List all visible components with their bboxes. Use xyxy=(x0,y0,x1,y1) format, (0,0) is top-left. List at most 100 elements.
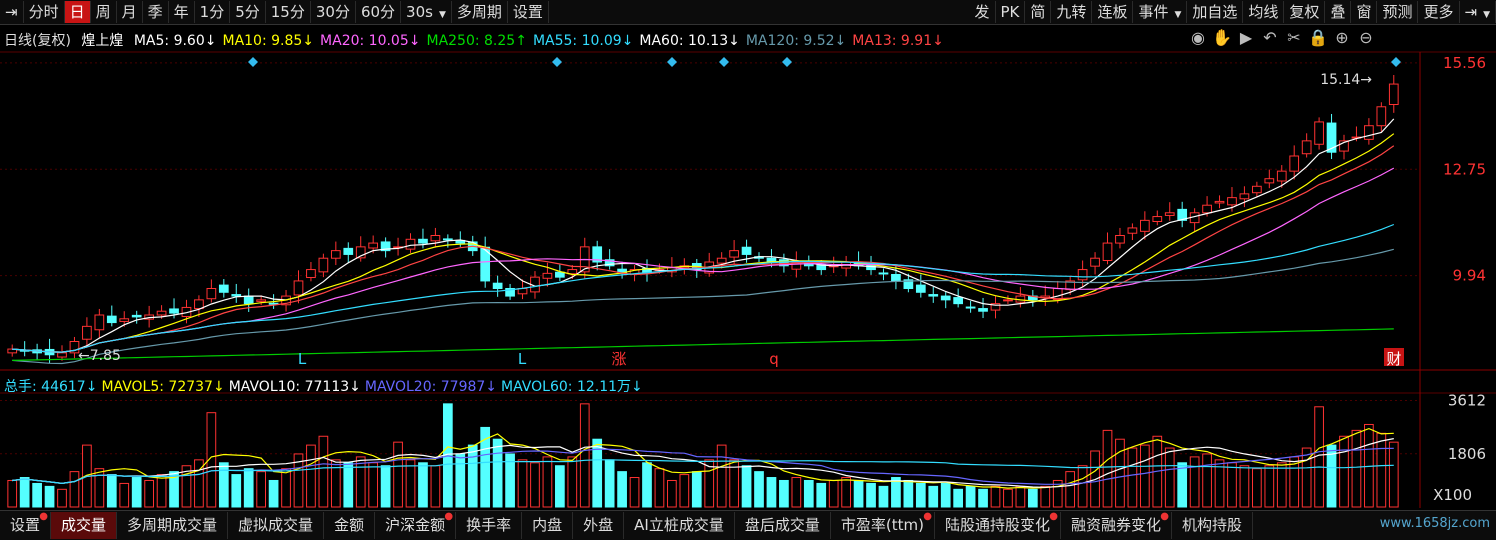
candle-body xyxy=(83,326,92,339)
candle-body xyxy=(493,283,502,288)
play-icon[interactable]: ▶ xyxy=(1236,28,1256,47)
indicator-tab-2[interactable]: 多周期成交量 xyxy=(117,512,228,539)
candle-body xyxy=(120,319,129,322)
candle-body xyxy=(307,270,316,278)
volume-bar xyxy=(344,463,353,507)
volume-bar xyxy=(8,480,17,507)
scissors-icon[interactable]: ✂ xyxy=(1284,28,1304,47)
indicator-tab-11[interactable]: 市盈率(ttm)● xyxy=(831,512,935,539)
candle-body xyxy=(443,239,452,240)
price-axis-label: 12.75 xyxy=(1443,160,1486,178)
candle-body xyxy=(1365,126,1374,140)
volume-bar xyxy=(1116,439,1125,507)
volume-bar xyxy=(20,478,29,507)
indicator-tab-14[interactable]: 机构持股 xyxy=(1172,512,1253,539)
candle-body xyxy=(257,300,266,302)
candle-body xyxy=(929,295,938,297)
indicator-tab-12[interactable]: 陆股通持股变化● xyxy=(935,512,1061,539)
vol-legend-0: 总手: 44617↓ xyxy=(4,379,97,395)
candle-body xyxy=(1004,300,1013,301)
zoom-in-icon[interactable]: ⊕ xyxy=(1332,28,1352,47)
volume-bar xyxy=(643,463,652,507)
hand-icon[interactable]: ✋ xyxy=(1212,28,1232,47)
volume-bar xyxy=(518,460,527,507)
undo-icon[interactable]: ↶ xyxy=(1260,28,1280,47)
volume-bar xyxy=(1016,486,1025,507)
candle-body xyxy=(1302,141,1311,154)
ma-legend-5: MA60: 10.13↓ xyxy=(639,33,739,49)
candle-body xyxy=(1253,186,1262,192)
candle-body xyxy=(556,272,565,277)
volume-bar xyxy=(966,486,975,507)
volume-bar xyxy=(369,463,378,507)
volume-bar xyxy=(605,460,614,507)
volume-bar xyxy=(244,469,253,507)
indicator-tab-9[interactable]: AI立桩成交量 xyxy=(624,512,735,539)
indicator-tab-3[interactable]: 虚拟成交量 xyxy=(228,512,324,539)
volume-bar xyxy=(1190,457,1199,507)
price-legend: 日线(复权) 煌上煌 MA5: 9.60↓MA10: 9.85↓MA20: 10… xyxy=(4,30,950,50)
candle-body xyxy=(1290,156,1299,171)
volume-bar xyxy=(1265,466,1274,507)
indicator-tab-7[interactable]: 内盘 xyxy=(522,512,573,539)
ma10-line xyxy=(12,134,1394,352)
indicator-tab-13[interactable]: 融资融券变化● xyxy=(1061,512,1172,539)
indicator-tab-label: 金额 xyxy=(334,516,364,534)
eye-icon[interactable]: ◉ xyxy=(1188,28,1208,47)
candle-body xyxy=(543,273,552,278)
indicator-tab-label: 外盘 xyxy=(583,516,613,534)
volume-bar xyxy=(282,469,291,507)
period-label: 日线(复权) xyxy=(4,33,71,49)
indicator-tab-label: 机构持股 xyxy=(1182,516,1242,534)
volume-bar xyxy=(356,457,365,507)
volume-bar xyxy=(1203,454,1212,507)
volume-bar xyxy=(842,478,851,507)
indicator-tab-5[interactable]: 沪深金额● xyxy=(375,512,456,539)
volume-bar xyxy=(1240,466,1249,507)
signal-marker: 财 xyxy=(1386,350,1401,368)
candle-body xyxy=(419,239,428,243)
tab-dot-icon: ● xyxy=(1049,512,1058,522)
indicator-tab-label: 盘后成交量 xyxy=(745,516,820,534)
candle-body xyxy=(195,300,204,309)
candle-body xyxy=(157,311,166,315)
candle-body xyxy=(132,315,141,317)
tab-dot-icon: ● xyxy=(923,512,932,522)
candle-body xyxy=(1315,122,1324,144)
candle-body xyxy=(107,316,116,322)
kline-chart[interactable]: 15.5612.759.9436121806X10015.14→←7.85LL涨… xyxy=(0,0,1496,539)
indicator-tab-6[interactable]: 换手率 xyxy=(456,512,522,539)
zoom-out-icon[interactable]: ⊖ xyxy=(1356,28,1376,47)
candle-body xyxy=(58,353,67,357)
candle-body xyxy=(232,295,241,297)
volume-bar xyxy=(879,486,888,507)
lock-icon[interactable]: 🔒 xyxy=(1308,28,1328,47)
indicator-tab-10[interactable]: 盘后成交量 xyxy=(735,512,831,539)
indicator-tab-0[interactable]: 设置● xyxy=(0,512,51,539)
volume-bar xyxy=(543,457,552,507)
volume-bar xyxy=(780,480,789,507)
ma120-line xyxy=(12,249,1394,363)
volume-bar xyxy=(792,478,801,507)
ma-legend-4: MA55: 10.09↓ xyxy=(533,33,633,49)
indicator-tab-8[interactable]: 外盘 xyxy=(573,512,624,539)
volume-unit-label: X100 xyxy=(1433,486,1472,504)
ma-legend-7: MA13: 9.91↓ xyxy=(852,33,944,49)
indicator-tab-label: 换手率 xyxy=(466,516,511,534)
volume-axis-label: 1806 xyxy=(1448,445,1486,463)
volume-bar xyxy=(331,460,340,507)
volume-bar xyxy=(107,475,116,507)
candle-body xyxy=(431,236,440,241)
indicator-tab-label: 多周期成交量 xyxy=(127,516,217,534)
volume-bar xyxy=(804,480,813,507)
candle-body xyxy=(742,247,751,254)
candle-body xyxy=(1377,107,1386,126)
candle-body xyxy=(1240,194,1249,199)
indicator-tab-4[interactable]: 金额 xyxy=(324,512,375,539)
candle-body xyxy=(207,289,216,299)
volume-bar xyxy=(941,483,950,507)
candle-body xyxy=(1116,236,1125,244)
indicator-tab-1[interactable]: 成交量 xyxy=(51,512,117,539)
volume-bar xyxy=(1377,433,1386,507)
signal-marker: L xyxy=(298,350,307,368)
